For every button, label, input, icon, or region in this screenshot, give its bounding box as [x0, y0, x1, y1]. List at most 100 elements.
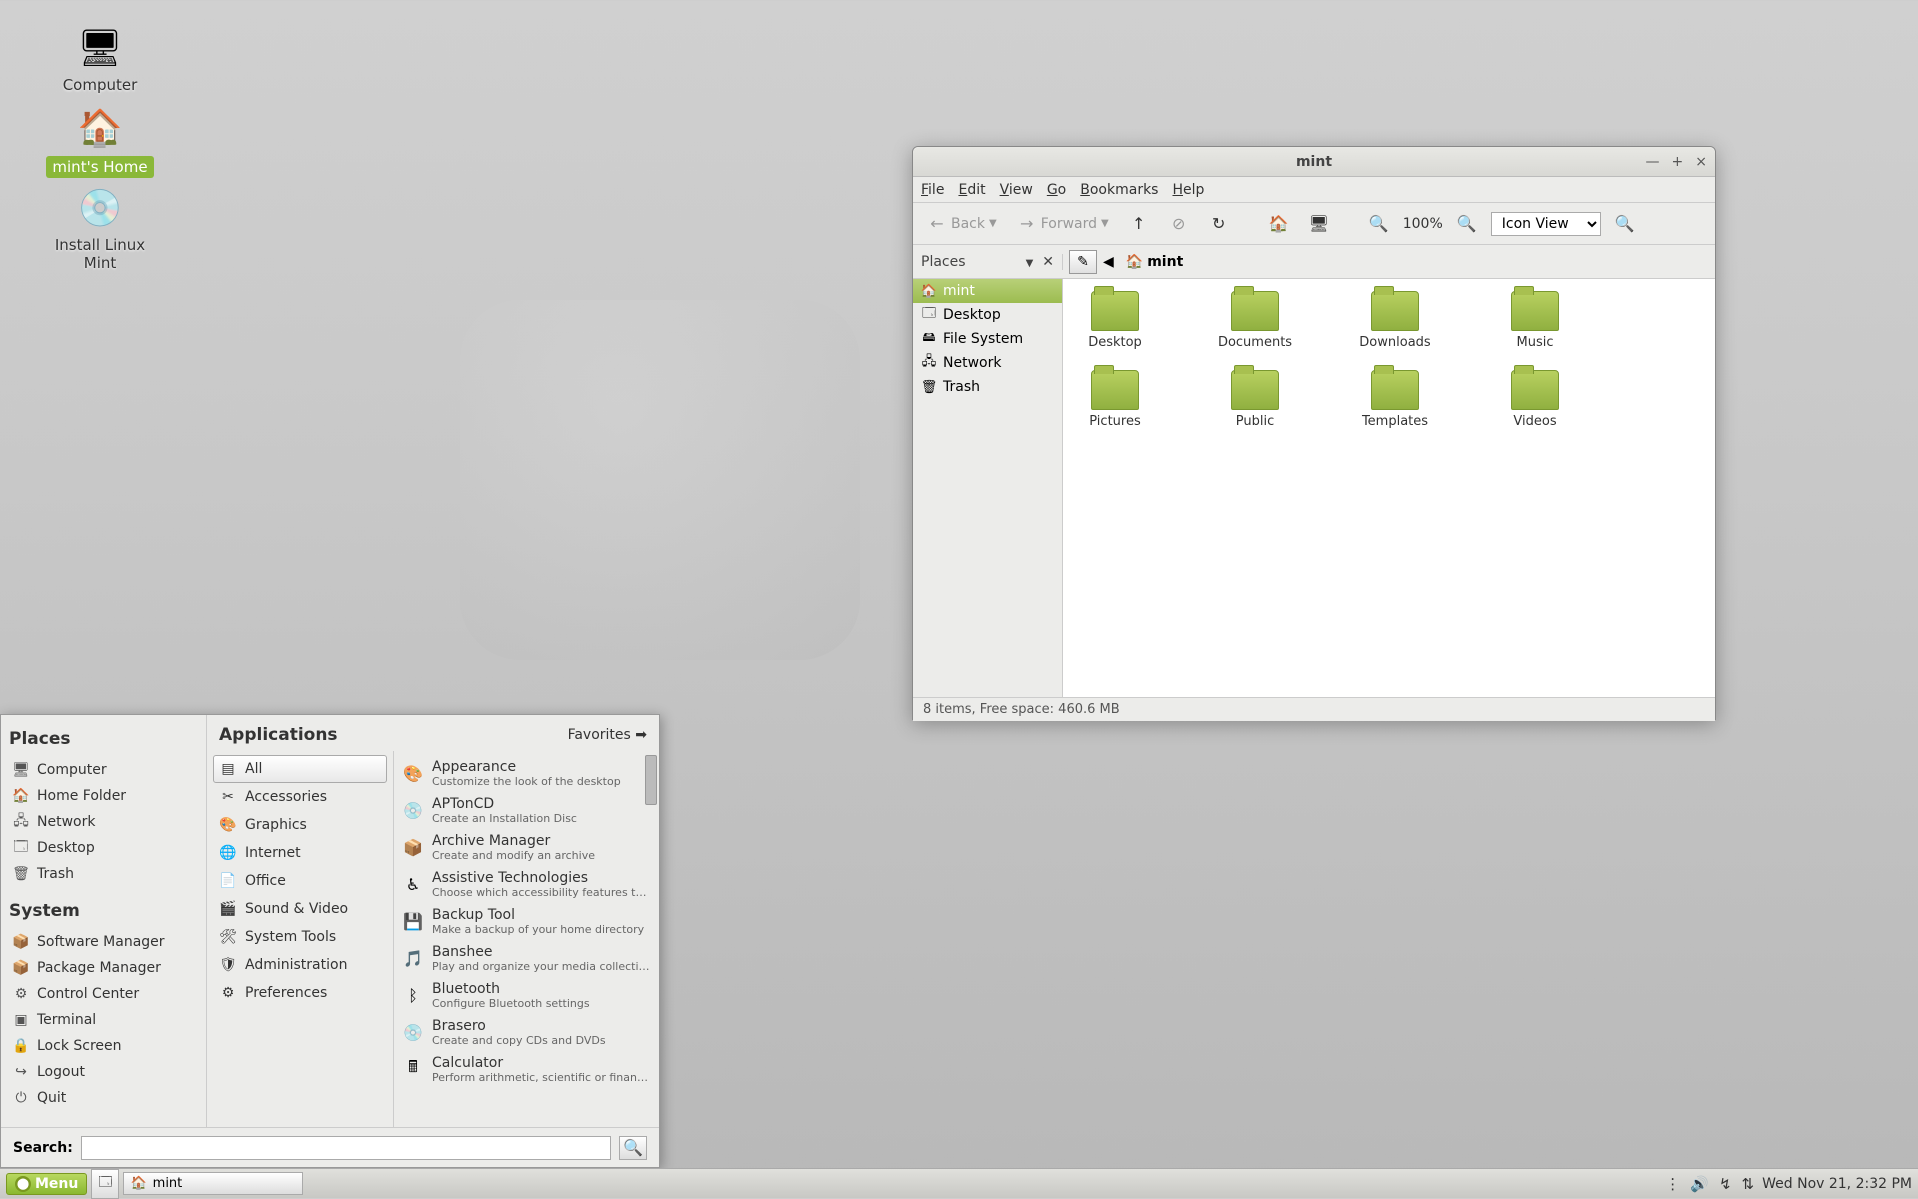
zoom-out-button[interactable]: 🔍: [1363, 210, 1395, 238]
places-title: Places: [9, 729, 198, 749]
network-icon[interactable]: ⇅: [1742, 1175, 1755, 1193]
folder-documents[interactable]: Documents: [1215, 291, 1295, 350]
pencil-icon: ✎: [1077, 254, 1089, 270]
search-button[interactable]: 🔍: [1609, 210, 1641, 238]
category-accessories[interactable]: ✂Accessories: [213, 783, 387, 811]
fm-location-bar: Places ▼ ✕ ✎ ◀ 🏠mint: [913, 245, 1715, 279]
computer-button[interactable]: 🖥: [1303, 210, 1335, 238]
menu-edit[interactable]: Edit: [958, 182, 985, 198]
menu-bookmarks[interactable]: Bookmarks: [1080, 182, 1158, 198]
category-internet[interactable]: 🌐Internet: [213, 839, 387, 867]
show-desktop-button[interactable]: 🗔: [91, 1169, 119, 1199]
places-item-computer[interactable]: 🖥Computer: [9, 757, 198, 783]
system-item-logout[interactable]: ↪Logout: [9, 1059, 198, 1085]
category-system-tools[interactable]: 🛠System Tools: [213, 923, 387, 951]
category-administration[interactable]: 🛡Administration: [213, 951, 387, 979]
system-icon: ⚙: [13, 986, 29, 1002]
menu-file[interactable]: File: [921, 182, 944, 198]
folder-desktop[interactable]: Desktop: [1075, 291, 1155, 350]
folder-icon: [1371, 370, 1419, 410]
update-icon[interactable]: ↯: [1719, 1175, 1732, 1193]
menu-button[interactable]: ⬤ Menu: [6, 1173, 87, 1195]
folder-icon: 🗔: [921, 307, 937, 323]
view-mode-select[interactable]: Icon View: [1491, 212, 1601, 236]
taskbar-window-mint[interactable]: 🏠mint: [123, 1172, 303, 1195]
clock[interactable]: Wed Nov 21, 2:32 PM: [1762, 1176, 1912, 1192]
system-item-package-manager[interactable]: 📦Package Manager: [9, 955, 198, 981]
scrollbar-thumb[interactable]: [645, 755, 657, 805]
app-calculator[interactable]: 🖩CalculatorPerform arithmetic, scientifi…: [394, 1051, 659, 1088]
desktop-icon-mint-s-home[interactable]: 🏠mint's Home: [40, 104, 160, 178]
forward-button[interactable]: →Forward ▼: [1011, 210, 1115, 238]
folder-downloads[interactable]: Downloads: [1355, 291, 1435, 350]
fm-titlebar[interactable]: mint — + ×: [913, 147, 1715, 177]
folder-videos[interactable]: Videos: [1495, 370, 1575, 429]
system-item-software-manager[interactable]: 📦Software Manager: [9, 929, 198, 955]
close-sidebar-icon[interactable]: ✕: [1042, 254, 1054, 270]
volume-icon[interactable]: 🔊: [1690, 1175, 1709, 1193]
app-backup-tool[interactable]: 💾Backup ToolMake a backup of your home d…: [394, 903, 659, 940]
app-appearance[interactable]: 🎨AppearanceCustomize the look of the des…: [394, 755, 659, 792]
folder-pictures[interactable]: Pictures: [1075, 370, 1155, 429]
app-brasero[interactable]: 💿BraseroCreate and copy CDs and DVDs: [394, 1014, 659, 1051]
app-assistive-technologies[interactable]: ♿Assistive TechnologiesChoose which acce…: [394, 866, 659, 903]
search-button[interactable]: 🔍: [619, 1136, 647, 1160]
folder-templates[interactable]: Templates: [1355, 370, 1435, 429]
maximize-button[interactable]: +: [1672, 154, 1684, 170]
app-banshee[interactable]: 🎵BansheePlay and organize your media col…: [394, 940, 659, 977]
places-item-network[interactable]: 🖧Network: [9, 809, 198, 835]
category-preferences[interactable]: ⚙Preferences: [213, 979, 387, 1007]
minimize-button[interactable]: —: [1646, 154, 1660, 170]
folder-public[interactable]: Public: [1215, 370, 1295, 429]
sidebar-item-network[interactable]: 🖧Network: [913, 351, 1062, 375]
category-all[interactable]: ▤All: [213, 755, 387, 783]
sidebar-item-trash[interactable]: 🗑Trash: [913, 375, 1062, 399]
desktop-icon-computer[interactable]: 🖥Computer: [40, 24, 160, 94]
places-header[interactable]: Places ▼ ✕: [913, 254, 1063, 270]
search-input[interactable]: [81, 1136, 611, 1160]
sidebar-item-file-system[interactable]: 🖴File System: [913, 327, 1062, 351]
icon-glyph: 💿: [76, 184, 124, 232]
system-item-lock-screen[interactable]: 🔒Lock Screen: [9, 1033, 198, 1059]
menu-go[interactable]: Go: [1047, 182, 1066, 198]
sidebar-item-desktop[interactable]: 🗔Desktop: [913, 303, 1062, 327]
sidebar-item-mint[interactable]: 🏠mint: [913, 279, 1062, 303]
folder-music[interactable]: Music: [1495, 291, 1575, 350]
stop-button[interactable]: ⊘: [1163, 210, 1195, 238]
places-item-trash[interactable]: 🗑Trash: [9, 861, 198, 887]
system-item-terminal[interactable]: ▣Terminal: [9, 1007, 198, 1033]
desktop-icon: 🗔: [98, 1173, 112, 1195]
breadcrumb-home[interactable]: 🏠mint: [1120, 252, 1189, 272]
zoom-in-button[interactable]: 🔍: [1451, 210, 1483, 238]
places-item-desktop[interactable]: 🗔Desktop: [9, 835, 198, 861]
breadcrumb-back-icon[interactable]: ◀: [1103, 254, 1114, 270]
app-name: Archive Manager: [432, 833, 595, 849]
places-item-home-folder[interactable]: 🏠Home Folder: [9, 783, 198, 809]
category-office[interactable]: 📄Office: [213, 867, 387, 895]
system-item-quit[interactable]: ⏻Quit: [9, 1085, 198, 1111]
close-button[interactable]: ×: [1695, 154, 1707, 170]
app-description: Create and modify an archive: [432, 849, 595, 862]
menu-help[interactable]: Help: [1172, 182, 1204, 198]
system-icon: ▣: [13, 1012, 29, 1028]
reload-button[interactable]: ↻: [1203, 210, 1235, 238]
desktop-icon-install-linux-mint[interactable]: 💿Install Linux Mint: [40, 184, 160, 272]
up-button[interactable]: ↑: [1123, 210, 1155, 238]
folder-label: Pictures: [1075, 414, 1155, 429]
fm-content[interactable]: Desktop Documents Downloads Music Pictures Pu…: [1063, 279, 1715, 697]
category-sound-video[interactable]: 🎬Sound & Video: [213, 895, 387, 923]
app-name: Brasero: [432, 1018, 606, 1034]
back-button[interactable]: ←Back ▼: [921, 210, 1003, 238]
location-toggle-button[interactable]: ✎: [1069, 250, 1097, 274]
system-item-control-center[interactable]: ⚙Control Center: [9, 981, 198, 1007]
home-button[interactable]: 🏠: [1263, 210, 1295, 238]
fm-statusbar: 8 items, Free space: 460.6 MB: [913, 697, 1715, 721]
app-bluetooth[interactable]: ᛒBluetoothConfigure Bluetooth settings: [394, 977, 659, 1014]
app-archive-manager[interactable]: 📦Archive ManagerCreate and modify an arc…: [394, 829, 659, 866]
folder-label: Music: [1495, 335, 1575, 350]
favorites-link[interactable]: Favorites ➡: [568, 727, 647, 743]
menu-view[interactable]: View: [1000, 182, 1033, 198]
folder-icon: 🏠: [921, 283, 937, 299]
app-aptoncd[interactable]: 💿APTonCDCreate an Installation Disc: [394, 792, 659, 829]
category-graphics[interactable]: 🎨Graphics: [213, 811, 387, 839]
